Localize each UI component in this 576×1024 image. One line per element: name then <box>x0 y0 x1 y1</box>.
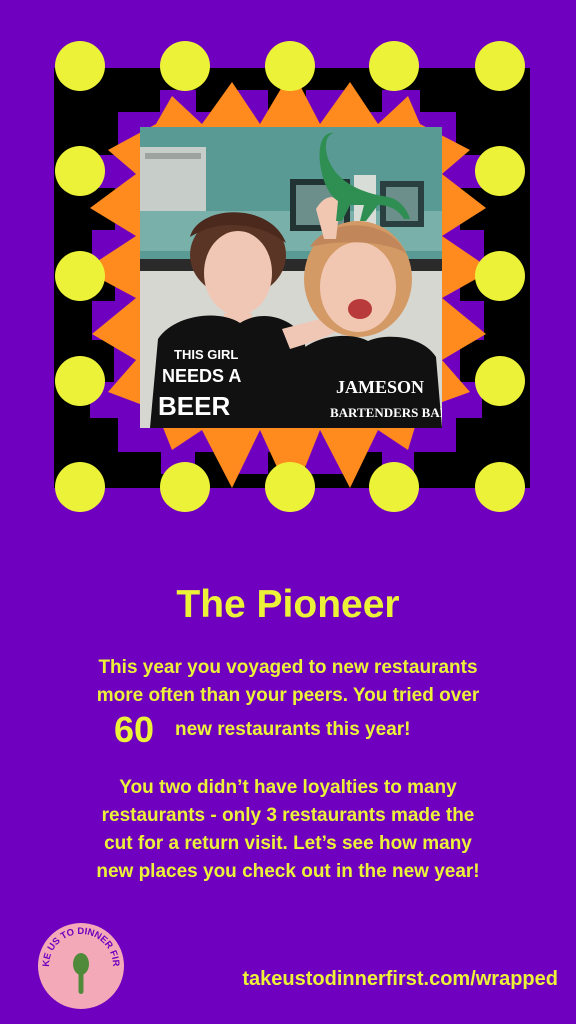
open-mouth <box>348 299 372 319</box>
brand-logo[interactable]: TAKE US TO DINNER FIRST <box>37 922 125 1010</box>
summary-line-1: This year you voyaged to new restaurants <box>98 657 478 678</box>
left-person-face <box>204 231 272 315</box>
restaurant-count: 60 <box>114 709 155 750</box>
summary2-line-3: cut for a return visit. Let’s see how ma… <box>104 833 472 854</box>
page-title: The Pioneer <box>176 583 400 626</box>
profile-photo: NEEDS A BEER THIS GIRL JAMESON BARTENDER… <box>140 127 442 428</box>
restaurant-count-text: new restaurants this year! <box>175 719 411 740</box>
summary2-line-1: You two didn’t have loyalties to many <box>119 777 457 798</box>
summary-paragraph-1: This year you voyaged to new restaurants… <box>50 654 526 748</box>
summary-line-2: more often than your peers. You tried ov… <box>96 685 480 706</box>
summary-paragraph-2: You two didn’t have loyalties to many re… <box>50 774 526 886</box>
svg-text:NEEDS A: NEEDS A <box>162 366 241 386</box>
summary2-line-2: restaurants - only 3 restaurants made th… <box>101 805 475 826</box>
wrapped-url-link[interactable]: takeustodinnerfirst.com/wrapped <box>242 965 558 993</box>
svg-text:BEER: BEER <box>158 391 230 421</box>
photo-illustration: NEEDS A BEER THIS GIRL JAMESON BARTENDER… <box>140 127 442 428</box>
svg-text:THIS GIRL: THIS GIRL <box>174 347 238 362</box>
restaurant-count-row: 60 new restaurants this year! <box>50 712 526 748</box>
summary2-line-4: new places you check out in the new year… <box>96 861 480 882</box>
svg-text:JAMESON: JAMESON <box>336 377 424 397</box>
svg-text:BARTENDERS BALL: BARTENDERS BALL <box>330 405 442 420</box>
